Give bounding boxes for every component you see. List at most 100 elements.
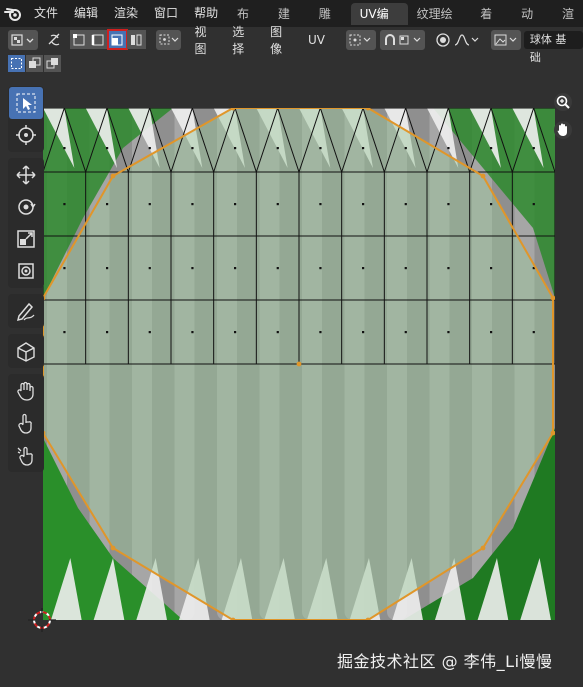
- uv-face-dot: [191, 331, 194, 334]
- sticky-mode-button[interactable]: [155, 29, 182, 50]
- select-set-icon: [11, 58, 22, 69]
- tab-sculpting[interactable]: 雕刻: [310, 3, 351, 43]
- edge-select-button[interactable]: [88, 30, 108, 49]
- uv-face-dot: [276, 203, 279, 206]
- scale-icon: [17, 230, 35, 248]
- editor-type-button[interactable]: [8, 29, 38, 50]
- image-name-field[interactable]: 球体 基础: [523, 30, 583, 64]
- move-icon: [16, 165, 36, 185]
- menu-image[interactable]: 图像: [263, 23, 301, 57]
- vertex-select-button[interactable]: [69, 30, 89, 49]
- uv-face-dot: [362, 267, 365, 270]
- select-subtract-button[interactable]: [44, 55, 61, 72]
- tool-group-sculpt: [8, 374, 44, 472]
- snap-button[interactable]: [379, 29, 426, 50]
- select-mode-group: [69, 29, 146, 50]
- menu-render[interactable]: 渲染: [106, 0, 146, 27]
- uv-face-dot: [191, 147, 194, 150]
- uv-face-dot: [276, 267, 279, 270]
- relax-tool[interactable]: [9, 407, 43, 439]
- tab-uv-editing[interactable]: UV编辑: [350, 3, 408, 43]
- blender-logo-icon[interactable]: [0, 0, 26, 27]
- tool-shelf: [8, 86, 44, 478]
- menu-file[interactable]: 文件: [26, 0, 66, 27]
- menu-window[interactable]: 窗口: [146, 0, 186, 27]
- uv-face-dot: [148, 331, 151, 334]
- snap-icon: [384, 33, 421, 45]
- scale-tool[interactable]: [9, 223, 43, 255]
- uv-face-dot: [234, 147, 237, 150]
- island-select-icon: [131, 34, 142, 45]
- falloff-button[interactable]: [453, 30, 481, 50]
- uv-face-dot: [404, 267, 407, 270]
- relax-icon: [18, 413, 32, 434]
- uv-face-dot: [447, 203, 450, 206]
- rotate-tool[interactable]: [9, 191, 43, 223]
- pan-hand-icon: [554, 121, 572, 139]
- uv-vertex: [110, 545, 116, 551]
- uv-face-dot: [319, 147, 322, 150]
- uv-vertex: [480, 545, 486, 551]
- menu-uv[interactable]: UV: [301, 33, 332, 47]
- rip-icon: [17, 342, 35, 362]
- tab-animation[interactable]: 动画: [512, 3, 553, 43]
- uv-face-dot: [191, 267, 194, 270]
- select-set-button[interactable]: [8, 55, 25, 72]
- uv-face-dot: [319, 331, 322, 334]
- uv-texture-canvas[interactable]: [43, 108, 555, 620]
- sync-selection-button[interactable]: [44, 30, 66, 50]
- select-extend-icon: [29, 57, 41, 68]
- 2d-cursor-icon[interactable]: [26, 606, 60, 636]
- rotate-icon: [18, 199, 36, 215]
- uv-vertex: [296, 361, 302, 367]
- menu-view[interactable]: 视图: [187, 23, 225, 57]
- move-tool[interactable]: [9, 159, 43, 191]
- uv-face-dot: [234, 331, 237, 334]
- uv-face-dot: [532, 147, 535, 150]
- menu-select[interactable]: 选择: [225, 23, 263, 57]
- transform-tool[interactable]: [9, 255, 43, 287]
- uv-face-dot: [532, 203, 535, 206]
- uv-vertex: [110, 173, 116, 179]
- uv-face-dot: [106, 267, 109, 270]
- cursor-tool[interactable]: [9, 119, 43, 151]
- annotate-tool[interactable]: [9, 295, 43, 327]
- rip-tool[interactable]: [9, 335, 43, 367]
- uv-face-dot: [362, 203, 365, 206]
- face-select-button[interactable]: [106, 29, 128, 50]
- vertex-select-icon: [73, 33, 85, 45]
- select-box-tool[interactable]: [9, 87, 43, 119]
- proportional-editing-button[interactable]: [433, 30, 453, 50]
- selection-mode-row: [8, 55, 61, 72]
- uv-face-dot: [106, 147, 109, 150]
- uv-face-dot: [276, 147, 279, 150]
- menu-edit[interactable]: 编辑: [66, 0, 106, 27]
- tab-shading[interactable]: 着色: [471, 3, 512, 43]
- face-select-icon: [111, 34, 123, 45]
- uv-face-dot: [234, 267, 237, 270]
- uv-vertex: [480, 173, 486, 179]
- pinch-tool[interactable]: [9, 439, 43, 471]
- select-extend-button[interactable]: [26, 55, 43, 72]
- tool-group-rip: [8, 334, 44, 368]
- uv-face-dot: [63, 267, 66, 270]
- pan-button[interactable]: [551, 118, 575, 142]
- zoom-button[interactable]: [551, 90, 575, 114]
- grab-tool[interactable]: [9, 375, 43, 407]
- uv-face-dot: [490, 203, 493, 206]
- uv-face-dot: [404, 331, 407, 334]
- tab-texture-paint[interactable]: 纹理绘制: [408, 3, 472, 43]
- uv-face-dot: [447, 147, 450, 150]
- pivot-point-button[interactable]: [345, 29, 376, 50]
- tab-rendering[interactable]: 渲: [553, 3, 583, 25]
- edge-select-icon: [91, 34, 104, 45]
- image-browse-button[interactable]: [491, 29, 521, 50]
- uv-face-dot: [148, 147, 151, 150]
- tool-group-transform: [8, 158, 44, 288]
- uv-face-dot: [191, 203, 194, 206]
- uv-face-dot: [106, 203, 109, 206]
- island-select-button[interactable]: [126, 30, 146, 49]
- sync-selection-icon: [48, 33, 60, 45]
- uv-editor-type-icon: [11, 33, 34, 46]
- uv-face-dot: [404, 147, 407, 150]
